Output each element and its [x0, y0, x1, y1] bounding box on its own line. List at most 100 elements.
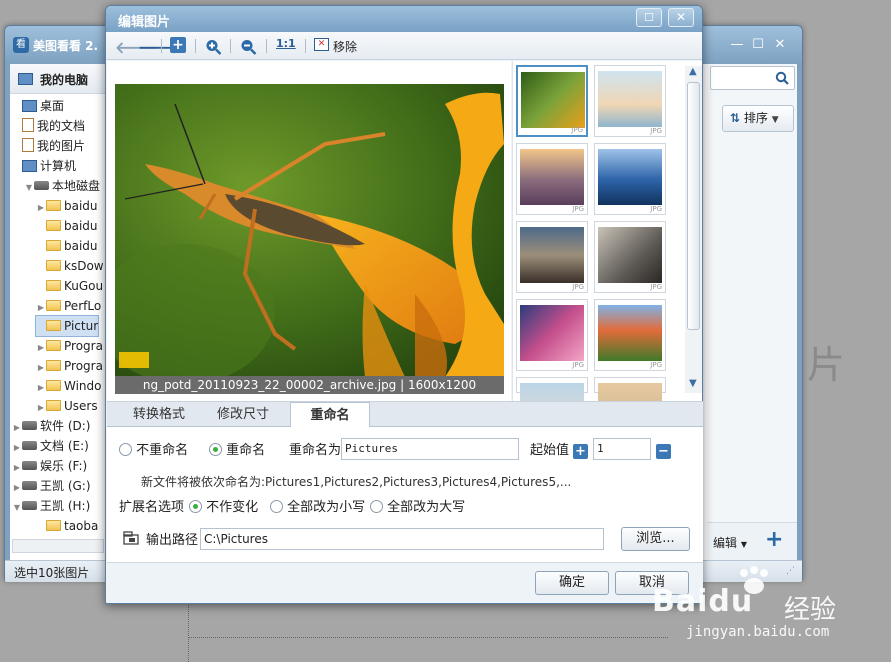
thumbnail[interactable]: JPG [516, 65, 588, 137]
expand-arrow-icon[interactable]: ▶ [36, 298, 46, 318]
collapse-arrow-icon[interactable]: ▼ [12, 498, 22, 518]
tree-item[interactable]: Pictur [34, 315, 100, 337]
tree-item[interactable]: ▶ Progra [36, 356, 103, 376]
ext-uppercase-option[interactable]: 全部改为大写 [370, 500, 465, 516]
add-icon[interactable]: + [765, 527, 783, 552]
tree-item[interactable]: baidu [36, 216, 98, 236]
expand-arrow-icon[interactable]: ▶ [36, 198, 46, 218]
increment-icon[interactable]: + [573, 444, 588, 459]
scroll-up-icon[interactable]: ▲ [689, 66, 697, 77]
output-path-input[interactable]: C:\Pictures [200, 528, 604, 550]
browse-button[interactable]: 浏览... [621, 527, 690, 551]
rename-option[interactable]: 重命名 [209, 443, 265, 459]
sort-button[interactable]: ⇅ 排序 ▼ [722, 105, 794, 132]
app-logo-icon: 看 [13, 37, 29, 53]
tree-item[interactable]: 计算机 [12, 156, 76, 176]
tree-item[interactable]: ▶ Windo [36, 376, 102, 396]
tree-item[interactable]: 我的图片 [12, 136, 85, 156]
remove-icon[interactable]: ✕ [314, 38, 329, 51]
expand-arrow-icon[interactable]: ▶ [36, 338, 46, 358]
close-icon[interactable]: ✕ [668, 8, 694, 27]
edit-menu[interactable]: 编辑 ▼ [713, 534, 747, 551]
thumbnail-strip: JPG JPG JPG JPG JPG JPG JPG JPG ▲ ▼ [512, 61, 702, 439]
tree-item[interactable]: ▶ 娱乐 (F:) [12, 456, 87, 476]
ok-button[interactable]: 确定 [535, 571, 609, 595]
tree-item[interactable]: ksDow [36, 256, 104, 276]
watermark-url: jingyan.baidu.com [686, 624, 830, 640]
tree-item[interactable]: ▶ 软件 (D:) [12, 416, 91, 438]
sidebar-hscrollbar[interactable] [12, 539, 104, 553]
search-input[interactable] [710, 66, 795, 90]
thumbnail[interactable]: JPG [516, 143, 588, 215]
tab-convert-format[interactable]: 转换格式 [119, 402, 199, 427]
radio-icon[interactable] [119, 443, 132, 456]
thumbnail[interactable]: JPG [594, 65, 666, 137]
zoom-out-icon[interactable] [240, 38, 257, 56]
tree-item[interactable]: taoba [36, 516, 98, 536]
expand-arrow-icon[interactable]: ▶ [36, 398, 46, 418]
tree-item[interactable]: KuGou [36, 276, 103, 296]
start-value-input[interactable]: 1 [593, 438, 651, 460]
tab-resize[interactable]: 修改尺寸 [203, 402, 283, 427]
toolbar-separator [266, 39, 267, 53]
decrement-icon[interactable]: − [656, 444, 671, 459]
expand-arrow-icon[interactable]: ▶ [12, 418, 22, 438]
thumbnail-scrollbar[interactable]: ▲ ▼ [685, 66, 702, 393]
maximize-icon[interactable]: ☐ [749, 36, 767, 54]
actual-size-button[interactable]: 1:1 [276, 37, 296, 55]
tree-item[interactable]: ▼ 王凯 (H:) [12, 496, 90, 516]
tree-item[interactable]: baidu [36, 236, 98, 256]
zoom-in-icon[interactable] [205, 38, 222, 56]
dialog-titlebar[interactable]: 编辑图片 ☐ ✕ [106, 6, 702, 32]
minimize-icon[interactable]: — [728, 36, 746, 54]
radio-icon[interactable] [370, 500, 383, 513]
tree-item[interactable]: ▶ Users [36, 396, 98, 416]
thumbnail[interactable]: JPG [516, 299, 588, 371]
radio-selected-icon[interactable] [189, 500, 202, 513]
thumbnail[interactable]: JPG [516, 221, 588, 293]
tree-item[interactable]: ▶ Progra [36, 336, 103, 356]
scrollbar-thumb[interactable] [687, 82, 700, 330]
tree-item[interactable]: 我的文档 [12, 116, 85, 136]
thumbnail-image [598, 305, 662, 361]
scroll-down-icon[interactable]: ▼ [689, 378, 697, 389]
tree-item[interactable]: 桌面 [12, 96, 64, 116]
tree-item[interactable]: ▶ PerfLo [36, 296, 101, 316]
expand-arrow-icon[interactable]: ▶ [12, 438, 22, 458]
thumbnail[interactable]: JPG [594, 221, 666, 293]
expand-arrow-icon[interactable]: ▶ [36, 378, 46, 398]
tree-item[interactable]: ▶ baidu [36, 196, 98, 216]
sidebar-header-label: 我的电脑 [40, 73, 89, 87]
close-icon[interactable]: ✕ [771, 36, 789, 54]
folder-icon [46, 380, 61, 391]
thumbnail[interactable]: JPG [594, 299, 666, 371]
tree-item[interactable]: ▶ 王凯 (G:) [12, 476, 91, 496]
radio-selected-icon[interactable] [209, 443, 222, 456]
thumbnail[interactable] [594, 377, 666, 439]
thumbnail-type-tag: JPG [650, 205, 662, 213]
tree-item[interactable]: ▶ 文档 (E:) [12, 436, 89, 456]
watermark-brand: Baidu [652, 584, 754, 619]
collapse-arrow-icon[interactable]: ▼ [24, 178, 34, 198]
remove-button[interactable]: 移除 [333, 38, 357, 56]
search-icon[interactable] [775, 71, 789, 85]
no-rename-option[interactable]: 不重命名 [119, 443, 188, 459]
tree-item-label: 本地磁盘 [52, 179, 101, 193]
expand-arrow-icon[interactable]: ▶ [12, 458, 22, 478]
radio-icon[interactable] [270, 500, 283, 513]
sidebar-header[interactable]: 我的电脑 [10, 64, 105, 94]
thumbnail-image [598, 227, 662, 283]
expand-arrow-icon[interactable]: ▶ [36, 358, 46, 378]
ext-lowercase-option[interactable]: 全部改为小写 [270, 500, 365, 516]
ext-unchanged-option[interactable]: 不作变化 [189, 500, 258, 516]
tree-item[interactable]: ▼ 本地磁盘 [24, 176, 100, 196]
tree-item-label: 我的文档 [37, 119, 86, 133]
tree-item-label: 软件 (D:) [40, 419, 91, 433]
tab-rename[interactable]: 重命名 [290, 402, 370, 428]
thumbnail[interactable] [516, 377, 588, 439]
maximize-icon[interactable]: ☐ [636, 8, 662, 27]
expand-arrow-icon[interactable]: ▶ [12, 478, 22, 498]
thumbnail[interactable]: JPG [594, 143, 666, 215]
add-image-icon[interactable]: + [170, 37, 186, 53]
rename-as-input[interactable]: Pictures [341, 438, 519, 460]
